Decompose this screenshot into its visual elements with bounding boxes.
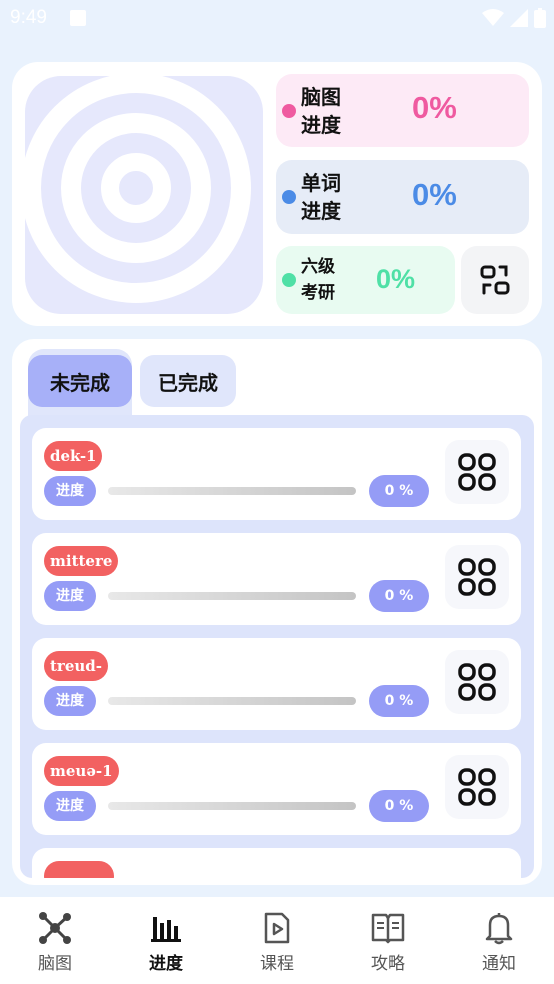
mindmap-icon <box>39 912 71 944</box>
course-video-icon <box>264 912 290 944</box>
mindmap-dot <box>282 104 296 118</box>
grid-button[interactable] <box>445 650 509 714</box>
progress-percent: 0 % <box>369 475 429 507</box>
word-progress-stat: 单词 进度 0% <box>276 160 529 234</box>
status-bar: 9:49 <box>0 0 554 38</box>
nav-course[interactable]: 课程 <box>222 897 332 984</box>
grid-button[interactable] <box>445 545 509 609</box>
progress-bar <box>108 592 356 600</box>
nav-label: 进度 <box>149 954 183 974</box>
progress-label: 进度 <box>44 686 96 716</box>
nav-label: 攻略 <box>371 954 405 974</box>
signal-icon <box>510 9 528 27</box>
progress-percent: 0 % <box>369 580 429 612</box>
book-icon <box>371 913 405 944</box>
progress-label: 进度 <box>44 581 96 611</box>
nav-guide[interactable]: 攻略 <box>333 897 443 984</box>
progress-bar <box>108 487 356 495</box>
bottom-nav: 脑图 进度 课程 攻略 通知 <box>0 897 554 984</box>
swap-icon <box>480 265 510 295</box>
mindmap-label-1: 脑图 <box>301 85 341 109</box>
status-time: 9:49 <box>10 7 47 28</box>
tab-complete[interactable]: 已完成 <box>140 355 236 407</box>
mindmap-percent: 0% <box>412 90 457 125</box>
word-list-card: 未完成 已完成 dek-1 进度 0 % mittere 进度 0 % treu… <box>12 339 542 885</box>
progress-percent: 0 % <box>369 790 429 822</box>
cet-label-1: 六级 <box>301 257 335 277</box>
bell-icon <box>485 913 513 945</box>
word-tag <box>44 861 114 878</box>
grid-icon <box>458 453 496 491</box>
word-dot <box>282 190 296 204</box>
nav-label: 脑图 <box>38 954 72 974</box>
nav-label: 课程 <box>260 954 294 974</box>
progress-bar <box>108 697 356 705</box>
stats-card: 脑图 进度 0% 单词 进度 0% 六级 考研 0% <box>12 62 542 326</box>
progress-label: 进度 <box>44 476 96 506</box>
cet-progress-stat: 六级 考研 0% <box>276 246 455 314</box>
list-item-partial[interactable] <box>32 848 521 878</box>
cet-label-2: 考研 <box>301 283 335 303</box>
progress-percent: 0 % <box>369 685 429 717</box>
word-tag: mittere <box>44 546 119 576</box>
grid-button[interactable] <box>445 440 509 504</box>
cet-percent: 0% <box>376 264 416 294</box>
app-logo <box>25 76 263 314</box>
progress-bar <box>108 802 356 810</box>
word-tag: treud- <box>44 651 108 681</box>
battery-icon <box>534 8 546 28</box>
word-tag: meuə-1 <box>44 756 119 786</box>
list-item[interactable]: meuə-1 进度 0 % <box>32 743 521 835</box>
scan-button[interactable] <box>461 246 529 314</box>
target-icon <box>25 76 251 303</box>
word-list: dek-1 进度 0 % mittere 进度 0 % treud- 进度 0 … <box>20 415 534 878</box>
mindmap-progress-stat: 脑图 进度 0% <box>276 74 529 147</box>
list-item[interactable]: dek-1 进度 0 % <box>32 428 521 520</box>
nav-progress[interactable]: 进度 <box>111 897 221 984</box>
nav-notice[interactable]: 通知 <box>444 897 554 984</box>
word-percent: 0% <box>412 177 457 212</box>
grid-icon <box>458 663 496 701</box>
list-item[interactable]: mittere 进度 0 % <box>32 533 521 625</box>
grid-button[interactable] <box>445 755 509 819</box>
mindmap-label-2: 进度 <box>301 113 341 137</box>
word-label-1: 单词 <box>301 171 341 195</box>
wifi-icon <box>482 9 504 26</box>
notification-icon <box>70 10 86 26</box>
nav-label: 通知 <box>482 954 516 974</box>
progress-label: 进度 <box>44 791 96 821</box>
status-icons <box>482 8 546 28</box>
word-label-2: 进度 <box>301 199 341 223</box>
cet-dot <box>282 273 296 287</box>
tab-incomplete[interactable]: 未完成 <box>28 355 132 407</box>
grid-icon <box>458 558 496 596</box>
list-item[interactable]: treud- 进度 0 % <box>32 638 521 730</box>
word-tag: dek-1 <box>44 441 103 471</box>
grid-icon <box>458 768 496 806</box>
bar-chart-icon <box>151 917 181 942</box>
nav-mindmap[interactable]: 脑图 <box>0 897 110 984</box>
